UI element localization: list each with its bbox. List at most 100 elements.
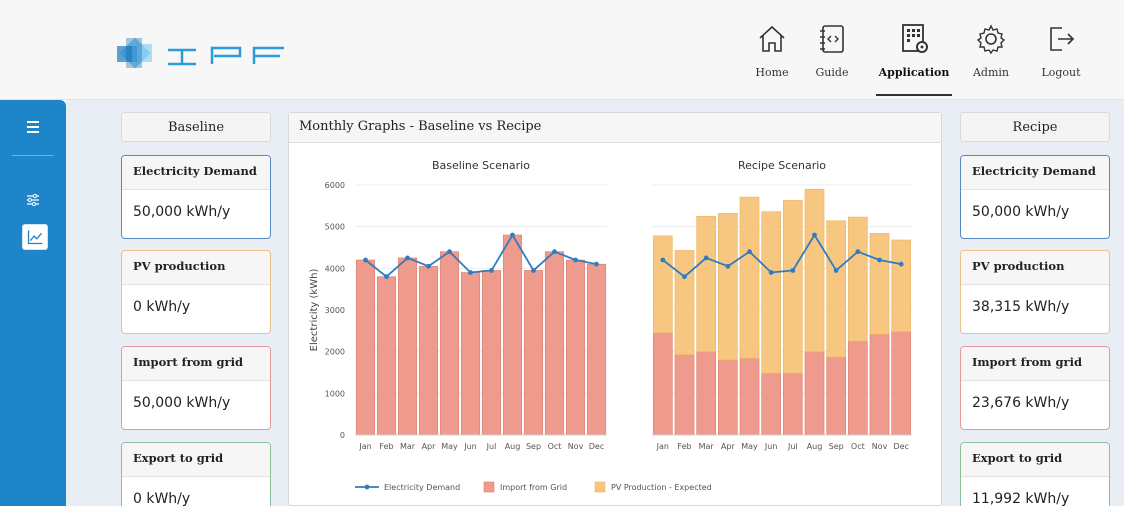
monthly-graphs-panel: Monthly Graphs - Baseline vs Recipe Base… <box>288 112 942 506</box>
baseline-bar-import <box>376 276 397 436</box>
baseline-demand-point <box>594 261 599 267</box>
legend-label-import: Import from Grid <box>500 483 567 492</box>
application-icon <box>902 24 928 53</box>
line-chart-icon <box>27 230 43 245</box>
x-tick-label: Aug <box>505 442 521 451</box>
x-tick-label: May <box>441 442 458 451</box>
x-tick-label: Oct <box>851 442 865 451</box>
baseline-demand-point <box>489 268 494 273</box>
baseline-bar-import <box>544 251 565 436</box>
x-tick-label: Apr <box>721 442 736 451</box>
recipe-card-import: Import from grid 23,676 kWh/y <box>960 346 1110 430</box>
recipe-bar-pv <box>739 196 760 359</box>
card-value: 23,676 kWh/y <box>972 395 1070 411</box>
tpf-logo <box>117 37 284 69</box>
nav-home[interactable]: Home <box>754 22 790 96</box>
card-value: 50,000 kWh/y <box>133 204 231 220</box>
recipe-bar-pv <box>869 233 890 335</box>
baseline-demand-point <box>363 257 368 263</box>
baseline-card-export: Export to grid 0 kWh/y <box>121 442 271 506</box>
recipe-demand-point <box>703 255 709 261</box>
sliders-icon[interactable] <box>25 192 41 208</box>
baseline-header: Baseline <box>121 112 271 142</box>
nav-logout-label: Logout <box>1041 66 1081 79</box>
baseline-bar-import <box>460 272 481 436</box>
card-value: 0 kWh/y <box>133 299 191 315</box>
menu-icon[interactable] <box>24 118 42 136</box>
x-tick-label: Dec <box>893 442 908 451</box>
top-header: Home Guide Application Admin Logout <box>0 0 1124 100</box>
nav-admin-label: Admin <box>972 66 1010 79</box>
recipe-demand-point <box>855 249 861 255</box>
recipe-bar-import <box>739 358 760 436</box>
recipe-bar-import <box>869 333 890 436</box>
card-value: 0 kWh/y <box>133 491 191 506</box>
recipe-bar-import <box>804 351 825 436</box>
recipe-bar-pv <box>674 250 695 355</box>
card-title: Import from grid <box>122 347 270 381</box>
y-tick-label: 5000 <box>325 223 345 232</box>
recipe-demand-point <box>747 249 752 255</box>
legend-swatch-demand-point <box>364 484 370 490</box>
baseline-bar-import <box>355 259 376 436</box>
x-tick-label: Mar <box>699 442 715 451</box>
x-tick-label: Nov <box>568 442 584 451</box>
baseline-demand-point <box>405 255 410 261</box>
nav-guide-label: Guide <box>815 66 849 79</box>
recipe-bar-import <box>847 340 868 436</box>
nav-logout[interactable]: Logout <box>1038 22 1084 96</box>
recipe-bar-import <box>717 359 738 436</box>
recipe-bar-pv <box>761 211 781 374</box>
logo-letters <box>168 46 284 66</box>
card-title: Export to grid <box>122 443 270 477</box>
baseline-card-import: Import from grid 50,000 kWh/y <box>121 346 271 430</box>
recipe-chart-title: Recipe Scenario <box>738 159 826 172</box>
x-tick-label: Apr <box>422 442 437 451</box>
recipe-demand-point <box>725 263 731 269</box>
nav-guide[interactable]: Guide <box>812 22 852 96</box>
x-tick-label: Dec <box>589 442 604 451</box>
y-tick-label: 0 <box>340 431 345 440</box>
recipe-demand-point <box>682 274 687 280</box>
x-tick-label: Sep <box>829 442 844 451</box>
recipe-bar-pv <box>652 235 673 334</box>
nav-admin[interactable]: Admin <box>972 22 1010 96</box>
card-value: 50,000 kWh/y <box>972 204 1070 220</box>
baseline-bar-import <box>502 234 523 436</box>
recipe-demand-point <box>877 257 882 263</box>
baseline-bar-import <box>523 270 544 436</box>
baseline-demand-point <box>510 232 515 238</box>
y-axis-label: Electricity (kWh) <box>309 269 320 352</box>
baseline-demand-point <box>384 274 389 280</box>
x-tick-label: Jul <box>486 442 497 451</box>
card-title: PV production <box>961 251 1109 285</box>
x-tick-label: Nov <box>872 442 888 451</box>
recipe-bar-import <box>782 373 803 436</box>
y-tick-label: 4000 <box>325 264 345 273</box>
x-tick-label: Feb <box>379 442 393 451</box>
baseline-demand-point <box>531 268 536 273</box>
nav-application[interactable]: Application <box>876 22 952 96</box>
y-tick-label: 6000 <box>325 181 345 190</box>
panel-title: Monthly Graphs - Baseline vs Recipe <box>289 113 941 143</box>
baseline-demand-point <box>552 249 557 255</box>
x-tick-label: Jul <box>787 442 798 451</box>
recipe-demand-point <box>833 268 839 273</box>
chart-view-button[interactable] <box>22 224 48 250</box>
y-tick-label: 1000 <box>325 389 345 398</box>
recipe-card-pv: PV production 38,315 kWh/y <box>960 250 1110 334</box>
recipe-bar-pv <box>696 215 716 352</box>
x-tick-label: Jun <box>463 442 477 451</box>
x-tick-label: Feb <box>677 442 691 451</box>
main-area: Baseline Electricity Demand 50,000 kWh/y… <box>66 100 1124 506</box>
card-title: PV production <box>122 251 270 285</box>
gear-icon <box>976 24 1006 55</box>
card-title: Export to grid <box>961 443 1109 477</box>
recipe-bar-pv <box>782 200 803 374</box>
y-tick-label: 2000 <box>325 348 345 357</box>
legend-label-pv: PV Production - Expected <box>611 483 712 492</box>
recipe-bar-pv <box>847 216 868 342</box>
recipe-demand-point <box>898 261 904 267</box>
logo-mark <box>117 37 152 69</box>
legend-swatch-import <box>483 481 495 493</box>
